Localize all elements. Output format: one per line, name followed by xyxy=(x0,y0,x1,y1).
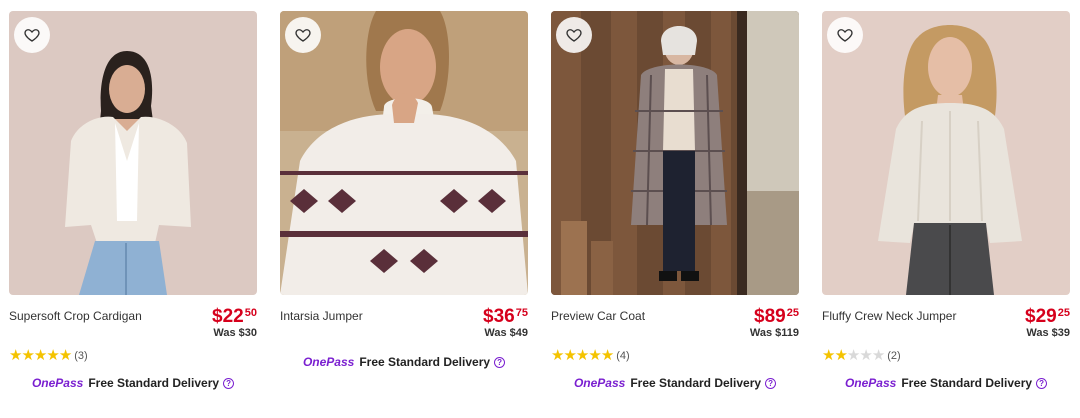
onepass-delivery: OnePass Free Standard Delivery ? xyxy=(822,376,1070,390)
onepass-delivery: OnePass Free Standard Delivery ? xyxy=(9,376,257,390)
was-price: Was $119 xyxy=(749,327,799,339)
product-card[interactable]: Supersoft Crop Cardigan $2250 Was $30 ★ ★… xyxy=(9,11,257,411)
question-circle-icon[interactable]: ? xyxy=(1036,377,1048,389)
heart-outline-icon xyxy=(566,29,582,42)
was-price: Was $30 xyxy=(213,327,257,339)
delivery-text: Free Standard Delivery xyxy=(359,355,491,369)
price-dollars: $29 xyxy=(1025,306,1057,327)
onepass-logo: OnePass xyxy=(302,355,355,369)
star-rating[interactable]: ★ ★ ★ ★ ★ (3) xyxy=(9,348,88,363)
question-circle-icon[interactable]: ? xyxy=(223,377,235,389)
product-name[interactable]: Fluffy Crew Neck Jumper xyxy=(822,309,956,323)
product-card[interactable]: Fluffy Crew Neck Jumper $2925 Was $39 ★ ★… xyxy=(822,11,1070,411)
star-icon: ★ xyxy=(33,347,47,364)
star-icon: ★ xyxy=(588,347,601,364)
current-price: $2925 xyxy=(1025,307,1070,327)
current-price: $8925 xyxy=(750,307,799,327)
heart-outline-icon xyxy=(837,29,853,42)
star-icon: ★ xyxy=(822,347,835,364)
star-icon: ★ xyxy=(846,347,860,364)
product-image[interactable] xyxy=(822,11,1070,295)
product-name[interactable]: Supersoft Crop Cardigan xyxy=(9,309,142,323)
heart-outline-icon xyxy=(24,29,40,42)
star-rating[interactable]: ★ ★ ★ ★ ★ (4) xyxy=(551,348,630,363)
product-name[interactable]: Preview Car Coat xyxy=(551,309,645,323)
product-grid: Supersoft Crop Cardigan $2250 Was $30 ★ ★… xyxy=(0,0,1080,418)
question-circle-icon[interactable]: ? xyxy=(494,356,506,368)
was-price: Was $49 xyxy=(484,327,528,339)
star-icon: ★ xyxy=(21,347,34,364)
price-cents: 25 xyxy=(786,307,799,319)
wishlist-button[interactable] xyxy=(14,17,50,53)
delivery-text: Free Standard Delivery xyxy=(901,376,1033,390)
star-icon: ★ xyxy=(46,347,59,364)
price-cents: 50 xyxy=(244,307,257,319)
star-icon: ★ xyxy=(575,347,589,364)
rating-count: (3) xyxy=(74,349,88,362)
onepass-delivery: OnePass Free Standard Delivery ? xyxy=(551,376,799,390)
star-icon: ★ xyxy=(563,347,576,364)
delivery-text: Free Standard Delivery xyxy=(630,376,762,390)
price-dollars: $36 xyxy=(483,306,515,327)
star-icon: ★ xyxy=(9,347,22,364)
wishlist-button[interactable] xyxy=(827,17,863,53)
product-card[interactable]: Intarsia Jumper $3675 Was $49 OnePass Fr… xyxy=(280,11,528,411)
star-icon: ★ xyxy=(600,347,614,364)
onepass-logo: OnePass xyxy=(844,376,897,390)
price-dollars: $89 xyxy=(754,306,786,327)
star-icon: ★ xyxy=(859,347,872,364)
rating-count: (4) xyxy=(616,349,630,362)
product-price: $2250 Was $30 xyxy=(212,307,257,340)
was-price: Was $39 xyxy=(1026,327,1070,339)
product-image[interactable] xyxy=(9,11,257,295)
question-circle-icon[interactable]: ? xyxy=(765,377,777,389)
star-icon: ★ xyxy=(871,347,885,364)
onepass-logo: OnePass xyxy=(31,376,84,390)
delivery-text: Free Standard Delivery xyxy=(88,376,220,390)
star-icon: ★ xyxy=(551,347,564,364)
product-card[interactable]: Preview Car Coat $8925 Was $119 ★ ★ ★ ★ ★ (4… xyxy=(551,11,799,411)
current-price: $3675 xyxy=(483,307,528,327)
rating-count: (2) xyxy=(887,349,901,362)
product-name[interactable]: Intarsia Jumper xyxy=(280,309,363,323)
onepass-logo: OnePass xyxy=(573,376,626,390)
current-price: $2250 xyxy=(212,307,257,327)
product-image[interactable] xyxy=(551,11,799,295)
product-price: $8925 Was $119 xyxy=(750,307,799,340)
star-icon: ★ xyxy=(834,347,847,364)
product-price: $3675 Was $49 xyxy=(483,307,528,340)
price-cents: 25 xyxy=(1057,307,1070,319)
wishlist-button[interactable] xyxy=(556,17,592,53)
wishlist-button[interactable] xyxy=(285,17,321,53)
product-image[interactable] xyxy=(280,11,528,295)
price-cents: 75 xyxy=(515,307,528,319)
star-icon: ★ xyxy=(58,347,72,364)
star-rating[interactable]: ★ ★ ★ ★ ★ (2) xyxy=(822,348,901,363)
price-dollars: $22 xyxy=(212,306,244,327)
heart-outline-icon xyxy=(295,29,311,42)
product-price: $2925 Was $39 xyxy=(1025,307,1070,340)
onepass-delivery: OnePass Free Standard Delivery ? xyxy=(280,355,528,369)
